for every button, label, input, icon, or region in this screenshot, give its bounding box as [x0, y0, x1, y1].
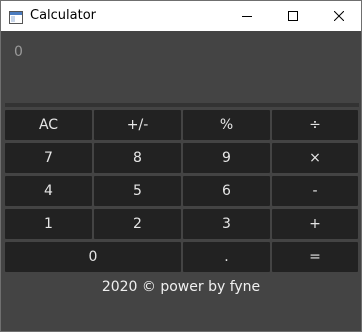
minimize-icon [242, 16, 252, 17]
subtract-button[interactable]: - [272, 176, 358, 206]
close-icon [334, 11, 344, 21]
footer-credit: 2020 © power by fyne [101, 279, 261, 295]
close-button[interactable] [316, 1, 362, 31]
display-value: 0 [14, 44, 23, 60]
digit-1-button[interactable]: 1 [5, 209, 92, 239]
display-separator [5, 103, 359, 107]
maximize-button[interactable] [270, 1, 316, 31]
digit-4-button[interactable]: 4 [5, 176, 92, 206]
divide-button[interactable]: ÷ [272, 110, 358, 140]
digit-3-button[interactable]: 3 [183, 209, 270, 239]
calculator-window: Calculator 0 AC +/- % ÷ 7 8 9 × 4 5 6 - … [0, 0, 362, 332]
digit-9-button[interactable]: 9 [183, 143, 270, 173]
toggle-sign-button[interactable]: +/- [94, 110, 181, 140]
digit-7-button[interactable]: 7 [5, 143, 92, 173]
digit-8-button[interactable]: 8 [94, 143, 181, 173]
multiply-button[interactable]: × [272, 143, 358, 173]
digit-5-button[interactable]: 5 [94, 176, 181, 206]
all-clear-button[interactable]: AC [5, 110, 92, 140]
maximize-icon [288, 11, 298, 21]
equals-button[interactable]: = [272, 242, 358, 272]
minimize-button[interactable] [224, 1, 270, 31]
app-window-icon [9, 9, 23, 24]
title-bar[interactable]: Calculator [1, 1, 361, 31]
percent-button[interactable]: % [183, 110, 270, 140]
decimal-point-button[interactable]: . [183, 242, 270, 272]
add-button[interactable]: + [272, 209, 358, 239]
window-title: Calculator [30, 8, 97, 23]
result-display: 0 [1, 31, 361, 99]
digit-0-button[interactable]: 0 [5, 242, 181, 272]
digit-6-button[interactable]: 6 [183, 176, 270, 206]
digit-2-button[interactable]: 2 [94, 209, 181, 239]
